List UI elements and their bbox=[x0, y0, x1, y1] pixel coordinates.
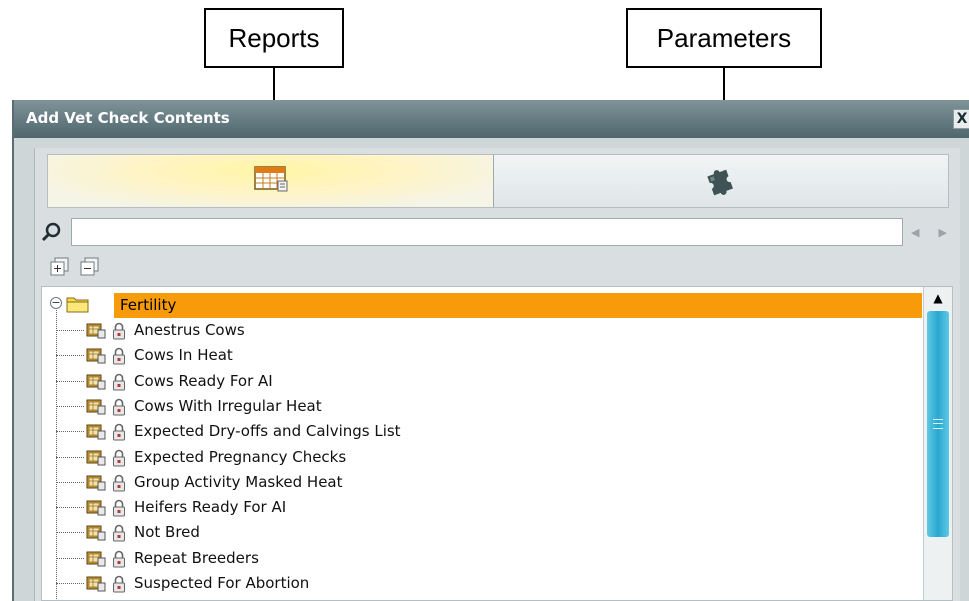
tree-item-label: Cows In Heat bbox=[134, 346, 233, 365]
tree-connector bbox=[56, 532, 84, 534]
lock-icon bbox=[112, 550, 126, 568]
tree-connector bbox=[56, 431, 84, 433]
tab-reports[interactable] bbox=[48, 155, 494, 207]
scroll-up-icon[interactable]: ▲ bbox=[924, 287, 952, 309]
tree-connector bbox=[56, 507, 84, 509]
tree-connector bbox=[56, 456, 84, 458]
tab-parameters[interactable] bbox=[494, 155, 948, 207]
grip-icon bbox=[933, 419, 943, 429]
tree-connector bbox=[56, 583, 84, 584]
title-bar[interactable]: Add Vet Check Contents X bbox=[14, 100, 969, 138]
search-input[interactable] bbox=[71, 218, 903, 246]
report-book-icon bbox=[86, 424, 106, 440]
report-book-icon bbox=[86, 323, 106, 339]
tree-item[interactable]: Cows In Heat bbox=[56, 343, 916, 368]
tree-item[interactable]: Not Bred bbox=[56, 520, 916, 545]
tree-item-label: Anestrus Cows bbox=[134, 321, 245, 339]
search-icon[interactable] bbox=[41, 221, 63, 243]
tree-item-label: Suspected For Abortion bbox=[134, 574, 310, 592]
dialog-title: Add Vet Check Contents bbox=[26, 109, 230, 127]
report-book-icon bbox=[86, 551, 106, 567]
previous-result-icon[interactable]: ◀ bbox=[911, 226, 919, 239]
parameters-callout-label: Parameters bbox=[656, 22, 792, 53]
tree-item-label: Cows Ready For AI bbox=[134, 371, 273, 390]
tree-item[interactable]: Cows Ready For AI bbox=[56, 369, 916, 394]
tree-connector bbox=[56, 557, 84, 559]
tree-item[interactable]: Cows With Irregular Heat bbox=[56, 394, 916, 419]
tree-item[interactable]: Anestrus Cows bbox=[56, 318, 916, 343]
report-book-icon bbox=[86, 399, 106, 415]
report-book-icon bbox=[86, 500, 106, 516]
lock-icon bbox=[112, 373, 126, 391]
report-book-icon bbox=[86, 450, 106, 466]
tree-item-label: Group Activity Masked Heat bbox=[134, 472, 343, 491]
report-book-icon bbox=[86, 576, 106, 592]
expand-all-icon[interactable] bbox=[49, 256, 71, 278]
tree-connector bbox=[56, 380, 84, 382]
view-tabs bbox=[47, 154, 949, 208]
search-nav: ◀ ▶ bbox=[911, 222, 947, 242]
lock-icon bbox=[112, 347, 126, 365]
tree-item[interactable]: Suspected For Abortion bbox=[56, 571, 916, 596]
parameters-callout: Parameters bbox=[626, 8, 822, 68]
tree-connector bbox=[56, 330, 84, 331]
tree-item-label: Expected Pregnancy Checks bbox=[134, 447, 347, 466]
tree-item[interactable]: Expected Dry-offs and Calvings List bbox=[56, 419, 916, 444]
report-book-icon bbox=[86, 348, 106, 364]
close-button[interactable]: X bbox=[953, 109, 969, 129]
lock-icon bbox=[112, 449, 126, 467]
lock-icon bbox=[112, 398, 126, 416]
tree-item-label: Heifers Ready For AI bbox=[134, 498, 287, 517]
tree-connector bbox=[56, 405, 84, 407]
report-tree: − Fertility Anestrus Cows Cows In Heat Cow… bbox=[41, 286, 953, 601]
tree-item[interactable]: Heifers Ready For AI bbox=[56, 495, 916, 520]
report-book-icon bbox=[86, 475, 106, 491]
lock-icon bbox=[112, 423, 126, 441]
tree-item-label: Not Bred bbox=[134, 523, 200, 542]
tree-item-label: Expected Dry-offs and Calvings List bbox=[134, 422, 401, 441]
tree-item[interactable]: Repeat Breeders bbox=[56, 546, 916, 571]
puzzle-piece-icon bbox=[701, 162, 741, 200]
tree-item-label: Repeat Breeders bbox=[134, 548, 259, 567]
folder-icon bbox=[66, 295, 90, 313]
tree-connector bbox=[56, 481, 84, 483]
tree-node-fertility[interactable]: − Fertility bbox=[42, 293, 922, 318]
report-book-icon bbox=[86, 525, 106, 541]
collapse-node-icon[interactable]: − bbox=[50, 297, 62, 309]
reports-callout-label: Reports bbox=[228, 22, 320, 53]
next-result-icon[interactable]: ▶ bbox=[939, 226, 947, 239]
lock-icon bbox=[112, 474, 126, 492]
reports-callout: Reports bbox=[204, 8, 344, 68]
tree-node-label: Fertility bbox=[114, 293, 922, 318]
tree-item[interactable]: Group Activity Masked Heat bbox=[56, 470, 916, 495]
dialog-content: ◀ ▶ − Fertility Anestrus Cows Cows In He… bbox=[34, 148, 960, 601]
lock-icon bbox=[112, 524, 126, 542]
tree-connector bbox=[56, 355, 84, 357]
tree-item-label: Cows With Irregular Heat bbox=[134, 396, 322, 415]
lock-icon bbox=[112, 575, 126, 593]
lock-icon bbox=[112, 322, 126, 340]
tree-item[interactable]: Expected Pregnancy Checks bbox=[56, 445, 916, 470]
report-book-icon bbox=[86, 374, 106, 390]
search-row: ◀ ▶ bbox=[41, 218, 953, 246]
table-report-icon bbox=[253, 166, 288, 196]
add-vet-check-dialog: Add Vet Check Contents X ◀ ▶ − Fertility… bbox=[12, 100, 969, 601]
collapse-all-icon[interactable] bbox=[79, 256, 101, 278]
tree-toolbar bbox=[49, 256, 101, 280]
lock-icon bbox=[112, 499, 126, 517]
vertical-scrollbar[interactable]: ▲ bbox=[923, 287, 952, 600]
scroll-thumb[interactable] bbox=[927, 311, 949, 537]
